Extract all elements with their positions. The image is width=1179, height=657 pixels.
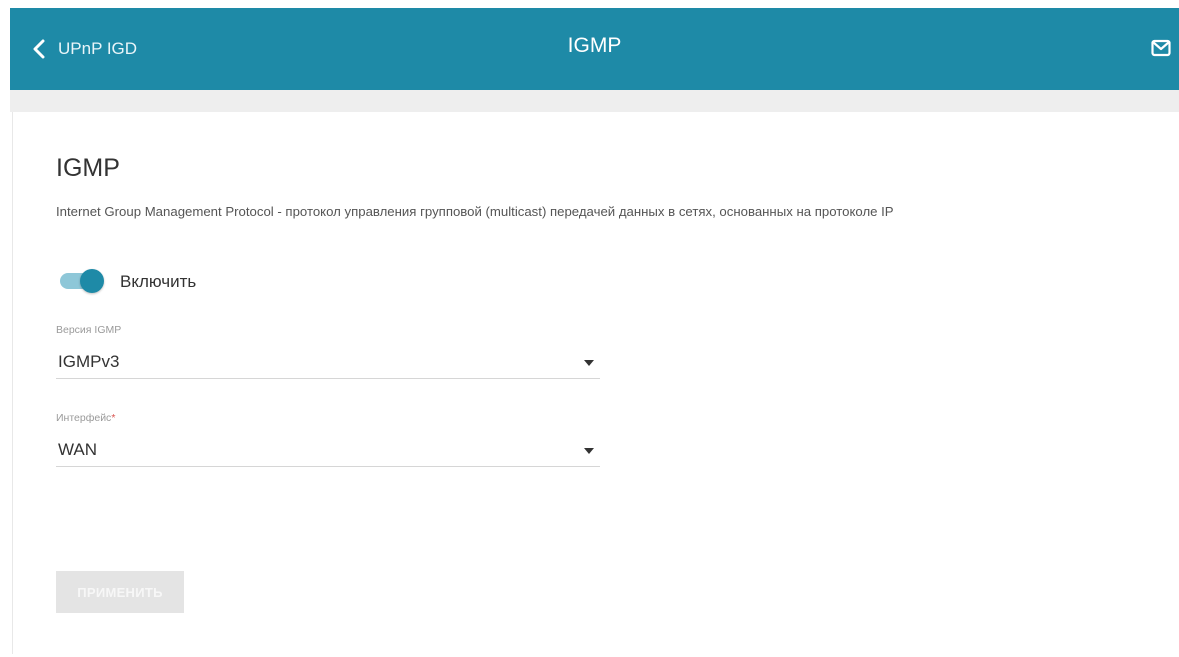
apply-button[interactable]: ПРИМЕНИТЬ	[56, 571, 184, 613]
page-header-title: IGMP	[567, 34, 622, 57]
required-mark: *	[111, 412, 116, 424]
igmp-version-label: Версия IGMP	[56, 324, 122, 336]
interface-select[interactable]: WAN	[56, 434, 600, 467]
settings-card: IGMP Internet Group Management Protocol …	[12, 112, 1175, 654]
top-bar: UPnP IGD IGMP	[10, 8, 1179, 90]
toggle-knob	[80, 269, 104, 293]
header-spacer	[10, 90, 1179, 112]
app-window: UPnP IGD IGMP IGMP Internet Group Manage…	[0, 0, 1179, 657]
igmp-version-field: Версия IGMP IGMPv3	[56, 324, 600, 379]
interface-value: WAN	[58, 440, 98, 459]
interface-field: Интерфейс* WAN	[56, 412, 600, 467]
section-title: IGMP	[56, 154, 120, 182]
interface-label: Интерфейс*	[56, 412, 600, 424]
mail-icon	[1151, 39, 1171, 57]
caret-down-icon	[584, 448, 594, 454]
interface-label-text: Интерфейс	[56, 412, 112, 424]
enable-toggle-label: Включить	[120, 272, 197, 291]
mail-button[interactable]	[1151, 39, 1171, 62]
igmp-version-value: IGMPv3	[58, 352, 120, 371]
enable-toggle[interactable]	[58, 269, 106, 293]
section-description: Internet Group Management Protocol - про…	[56, 204, 894, 219]
caret-down-icon	[584, 360, 594, 366]
igmp-version-select[interactable]: IGMPv3	[56, 346, 600, 379]
